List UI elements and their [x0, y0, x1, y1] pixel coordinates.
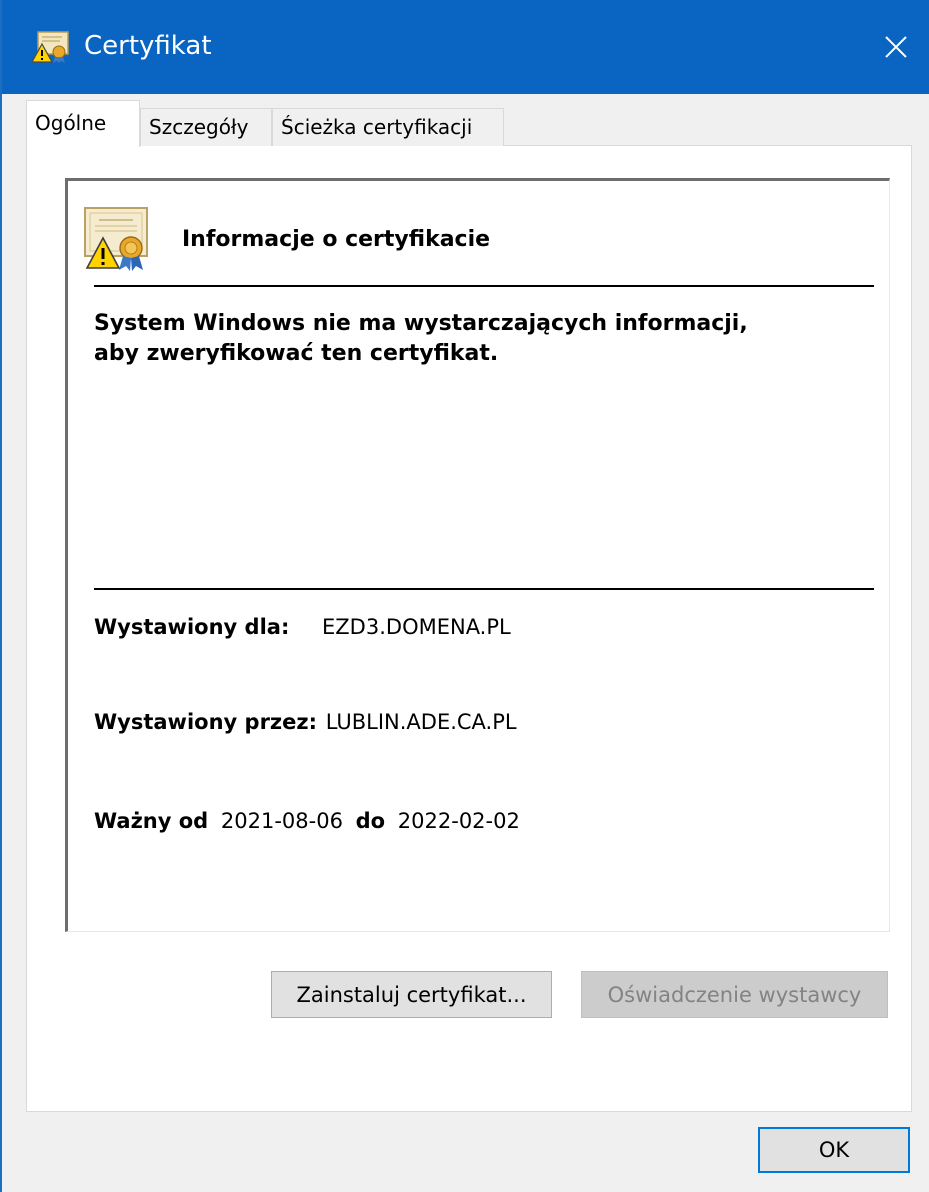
valid-to-label: do — [355, 809, 386, 833]
issued-by-label: Wystawiony przez: — [94, 710, 318, 734]
info-heading: Informacje o certyfikacie — [182, 227, 491, 252]
valid-to-value: 2022-02-02 — [397, 809, 520, 833]
issued-to-value: EZD3.DOMENA.PL — [322, 615, 511, 639]
divider-bottom — [94, 588, 874, 590]
valid-from-label: Ważny od — [94, 809, 209, 833]
issued-to-row: Wystawiony dla: EZD3.DOMENA.PL — [94, 615, 511, 639]
certificate-warning-icon — [84, 207, 148, 271]
close-button[interactable] — [861, 0, 929, 94]
certificate-dialog: Certyfikat Informacje o certyfikacie Sys… — [0, 0, 929, 1192]
title-bar: Certyfikat — [2, 0, 929, 94]
valid-from-value: 2021-08-06 — [220, 809, 343, 833]
certificate-info-frame: Informacje o certyfikacie System Windows… — [65, 178, 890, 932]
issued-by-row: Wystawiony przez: LUBLIN.ADE.CA.PL — [94, 710, 517, 734]
tab-certification-path[interactable]: Ścieżka certyfikacji — [272, 108, 504, 146]
tab-panel-general: Informacje o certyfikacie System Windows… — [26, 145, 912, 1112]
ok-button[interactable]: OK — [758, 1127, 910, 1173]
validity-row: Ważny od 2021-08-06 do 2022-02-02 — [94, 809, 520, 833]
divider-top — [94, 285, 874, 287]
tab-general[interactable]: Ogólne — [26, 100, 140, 147]
install-certificate-button[interactable]: Zainstaluj certyfikat... — [271, 971, 552, 1018]
close-icon — [885, 36, 907, 58]
tab-details[interactable]: Szczegóły — [140, 108, 272, 146]
issued-to-label: Wystawiony dla: — [94, 615, 290, 639]
window-title: Certyfikat — [84, 31, 212, 61]
verification-warning: System Windows nie ma wystarczających in… — [94, 309, 864, 369]
issuer-statement-button[interactable]: Oświadczenie wystawcy — [581, 971, 888, 1018]
warning-line-1: System Windows nie ma wystarczających in… — [94, 311, 748, 336]
warning-line-2: aby zweryfikować ten certyfikat. — [94, 341, 499, 366]
issued-by-value: LUBLIN.ADE.CA.PL — [325, 710, 517, 734]
certificate-warning-icon — [30, 31, 69, 63]
